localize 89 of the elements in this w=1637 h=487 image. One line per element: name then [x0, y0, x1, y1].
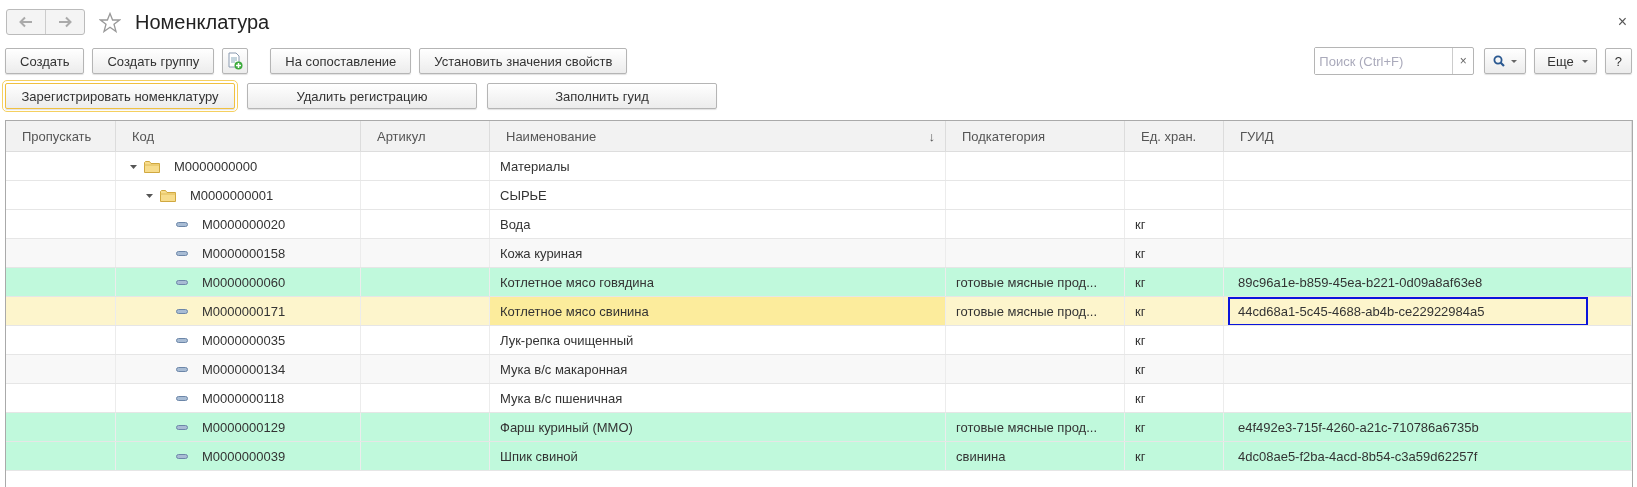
table-cell: кг	[1135, 274, 1146, 290]
item-icon	[176, 279, 188, 285]
forward-arrow-icon[interactable]	[58, 16, 72, 28]
table-cell-text: e4f492e3-715f-4260-a21c-710786a6735b	[1237, 418, 1480, 437]
toolbar-button[interactable]: Установить значения свойств	[419, 48, 628, 74]
sort-indicator: ↓	[928, 128, 935, 144]
column-header[interactable]: Подкатегория	[962, 128, 1114, 144]
item-icon	[176, 366, 188, 372]
table-row[interactable]: M0000000134 Мука в/с макаронная кг	[6, 355, 1632, 384]
toolbar-button[interactable]: Создать	[5, 48, 85, 74]
toolbar-button[interactable]: Создать группу	[92, 48, 215, 74]
table-cell: СЫРЬЕ	[500, 187, 547, 203]
table-cell: кг	[1135, 448, 1146, 464]
search-icon	[1493, 55, 1506, 67]
document-add-icon	[227, 52, 244, 70]
table-cell: кг	[1135, 419, 1146, 435]
table-row[interactable]: M0000000129 Фарш куриный (ММО) готовые мясные прод... кг e4f492e3-715f-4260-a21c-710786a6735b	[6, 413, 1632, 442]
table-cell: кг	[1135, 361, 1146, 377]
close-button[interactable]: ×	[1617, 13, 1627, 31]
table-row[interactable]: M0000000158 Кожа куриная кг	[6, 239, 1632, 268]
table-row[interactable]: M0000000000 Материалы	[6, 152, 1632, 181]
table-cell: M0000000000	[174, 158, 258, 174]
search-button[interactable]	[1484, 48, 1527, 74]
table-cell: M0000000020	[202, 216, 286, 232]
table-cell: M0000000129	[202, 419, 286, 435]
table-cell: Вода	[500, 216, 531, 232]
item-icon	[176, 221, 188, 227]
table-row[interactable]: M0000000039 Шпик свиной свинина кг 4dc08ae5-f2ba-4acd-8b54-c3a59d62257f	[6, 442, 1632, 471]
item-icon	[176, 453, 188, 459]
table-cell: M0000000060	[202, 274, 286, 290]
table-cell: Шпик свиной	[500, 448, 578, 464]
table-cell: кг	[1135, 303, 1146, 319]
table-cell: M0000000039	[202, 448, 286, 464]
expanded-caret-icon[interactable]	[129, 162, 137, 170]
table-cell: свинина	[956, 448, 1006, 464]
table-cell: кг	[1135, 245, 1146, 261]
table-cell: 44cd68a1-5c45-4688-ab4b-ce22922984a5	[1228, 297, 1588, 325]
table-cell: M0000000171	[202, 303, 286, 319]
back-arrow-icon[interactable]	[19, 16, 33, 28]
table-cell: Мука в/с макаронная	[500, 361, 628, 377]
item-icon	[176, 308, 188, 314]
column-header[interactable]: Пропускать	[22, 128, 105, 144]
action-button[interactable]: Удалить регистрацию	[247, 83, 477, 109]
table-row[interactable]: M0000000171 Котлетное мясо свинина готовые мясные прод... кг 44cd68a1-5c45-4688-ab4b-ce22922984a5	[6, 297, 1632, 326]
toolbar-button[interactable]: На сопоставление	[270, 48, 412, 74]
table-cell: готовые мясные прод...	[956, 419, 1097, 435]
caret-icon	[1511, 59, 1518, 63]
column-header[interactable]: Код	[132, 128, 350, 144]
column-header[interactable]: Наименование	[506, 128, 929, 144]
table-row[interactable]: M0000000060 Котлетное мясо говядина готовые мясные прод... кг 89c96a1e-b859-45ea-b221-0d09a8af63e8	[6, 268, 1632, 297]
table-cell: Материалы	[500, 158, 570, 174]
expanded-caret-icon[interactable]	[145, 191, 153, 199]
table-cell: кг	[1135, 390, 1146, 406]
item-icon	[176, 424, 188, 430]
help-button[interactable]: ?	[1604, 48, 1632, 74]
table-row[interactable]: M0000000001 СЫРЬЕ	[6, 181, 1632, 210]
table-cell: Мука в/с пшеничная	[500, 390, 623, 406]
window-title: Номенклатура	[135, 10, 271, 34]
table-cell: Фарш куриный (ММО)	[500, 419, 633, 435]
search-field[interactable]: Поиск (Ctrl+F) ×	[1314, 47, 1475, 75]
folder-icon	[160, 188, 176, 202]
action-button[interactable]: Зарегистрировать номенклатуру	[5, 83, 235, 109]
table-cell-text: 89c96a1e-b859-45ea-b221-0d09a8af63e8	[1237, 273, 1484, 292]
add-from-file-button[interactable]	[222, 48, 249, 74]
item-icon	[176, 250, 188, 256]
table-cell: кг	[1135, 216, 1146, 232]
column-header[interactable]: Ед. хран.	[1141, 128, 1213, 144]
table-cell: M0000000134	[202, 361, 286, 377]
caret-icon	[1581, 59, 1588, 63]
table-cell: M0000000118	[202, 390, 285, 406]
table-cell: Лук-репка очищенный	[500, 332, 634, 348]
table-cell: M0000000158	[202, 245, 286, 261]
folder-icon	[144, 159, 160, 173]
table-cell: Котлетное мясо свинина	[500, 303, 649, 319]
table-cell: Кожа куриная	[500, 245, 583, 261]
star-icon[interactable]	[99, 11, 121, 33]
action-button[interactable]: Заполнить гуид	[487, 83, 717, 109]
table-cell: готовые мясные прод...	[956, 303, 1097, 319]
column-header[interactable]: ГУИД	[1240, 128, 1621, 144]
table-cell: Котлетное мясо говядина	[500, 274, 654, 290]
item-icon	[176, 395, 188, 401]
table-cell-text: 4dc08ae5-f2ba-4acd-8b54-c3a59d62257f	[1237, 447, 1479, 466]
table-cell: готовые мясные прод...	[956, 274, 1097, 290]
more-button[interactable]: Еще	[1534, 48, 1597, 74]
table-cell: M0000000035	[202, 332, 286, 348]
table-cell: M0000000001	[190, 187, 274, 203]
table-cell: кг	[1135, 332, 1146, 348]
column-header[interactable]: Артикул	[377, 128, 479, 144]
item-icon	[176, 337, 188, 343]
